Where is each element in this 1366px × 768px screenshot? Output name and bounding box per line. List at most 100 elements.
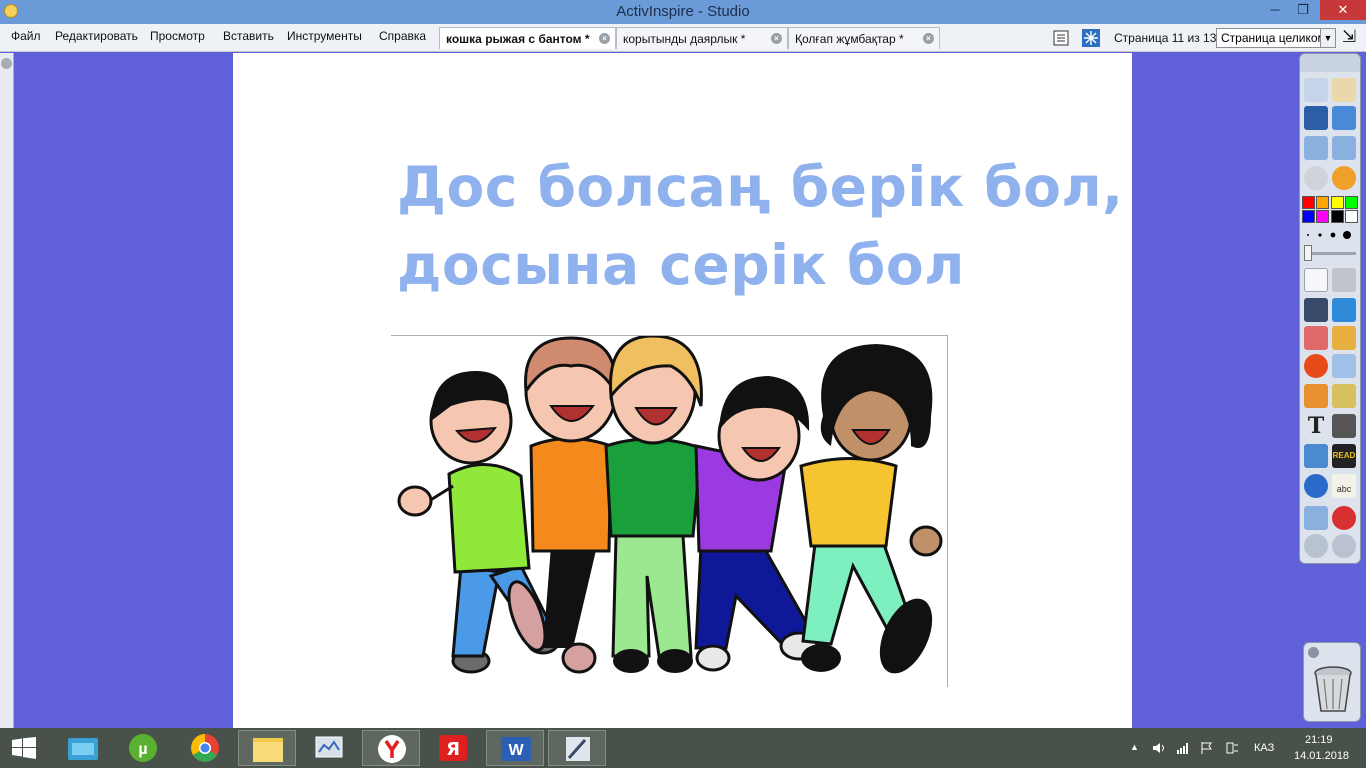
- snowflake-icon[interactable]: [1082, 29, 1100, 47]
- text-tool-icon[interactable]: T: [1304, 414, 1328, 438]
- shape-icon[interactable]: [1304, 354, 1328, 378]
- window-title: ActivInspire - Studio: [616, 3, 750, 20]
- trash-icon[interactable]: [1312, 665, 1354, 715]
- select-arrow-icon[interactable]: [1304, 268, 1328, 292]
- menu-edit[interactable]: Редактировать: [55, 29, 138, 43]
- redo-icon[interactable]: [1332, 534, 1356, 558]
- child-figure: [694, 376, 819, 672]
- resource-library-icon[interactable]: [1304, 384, 1328, 408]
- previous-page-icon[interactable]: [1304, 136, 1328, 160]
- tools-icon[interactable]: [1332, 268, 1356, 292]
- toolbox-header[interactable]: [1300, 54, 1360, 72]
- taskbar-word[interactable]: W: [486, 730, 544, 766]
- color-swatch[interactable]: [1316, 196, 1329, 209]
- close-button[interactable]: ✕: [1320, 0, 1366, 20]
- taskbar-file-manager[interactable]: [238, 730, 296, 766]
- tab-close-icon[interactable]: ×: [599, 33, 610, 44]
- color-swatch[interactable]: [1302, 196, 1315, 209]
- child-figure: [604, 334, 703, 673]
- highlighter-icon[interactable]: [1332, 298, 1356, 322]
- color-swatch[interactable]: [1345, 196, 1358, 209]
- language-indicator[interactable]: КАЗ: [1254, 742, 1274, 754]
- taskbar-activinspire[interactable]: [548, 730, 606, 766]
- tab-close-icon[interactable]: ×: [771, 33, 782, 44]
- chevron-down-icon[interactable]: ▼: [1320, 29, 1335, 47]
- profile-icon[interactable]: [1332, 78, 1356, 102]
- tab-koshka[interactable]: кошка рыжая с бантом * ×: [439, 27, 616, 49]
- pen-stroke-icon[interactable]: [1304, 106, 1328, 130]
- close-icon[interactable]: [1308, 647, 1319, 658]
- fill-icon[interactable]: [1332, 326, 1356, 350]
- taskbar-utorrent[interactable]: µ: [114, 730, 172, 766]
- tab-qolgap[interactable]: Қолғап жұмбақтар * ×: [788, 27, 940, 49]
- tray-expand-icon[interactable]: ▲: [1130, 742, 1139, 752]
- clear-icon[interactable]: [1304, 506, 1328, 530]
- clock-date[interactable]: 14.01.2018: [1294, 750, 1349, 762]
- volume-icon[interactable]: [1152, 741, 1166, 755]
- windows-start-icon[interactable]: [12, 737, 36, 759]
- yandex-browser-icon: [378, 735, 406, 763]
- expand-icon[interactable]: ⇲: [1342, 27, 1356, 47]
- flipchart-page[interactable]: Дос болсаң берік бол, досына серік бол: [233, 53, 1132, 728]
- page-browser-icon[interactable]: [1052, 29, 1070, 47]
- pin-icon[interactable]: [1, 58, 12, 69]
- yandex-icon: Я: [439, 735, 467, 761]
- child-figure: [799, 344, 943, 674]
- maximize-button[interactable]: ❐: [1290, 0, 1316, 20]
- color-swatch[interactable]: [1331, 196, 1344, 209]
- monitor-icon: [315, 736, 343, 758]
- color-swatch[interactable]: [1302, 210, 1315, 223]
- network-icon[interactable]: [1176, 741, 1190, 755]
- clock-time[interactable]: 21:19: [1305, 734, 1333, 746]
- page-counter: Страница 11 из 13: [1114, 31, 1217, 45]
- left-panel[interactable]: [0, 53, 14, 728]
- minimize-button[interactable]: ─: [1262, 0, 1288, 20]
- color-swatch[interactable]: [1331, 210, 1344, 223]
- desktop-annotate-icon[interactable]: [1332, 106, 1356, 130]
- children-illustration[interactable]: [391, 334, 948, 687]
- globe-icon[interactable]: [1304, 474, 1328, 498]
- svg-text:µ: µ: [138, 741, 147, 758]
- page-heading[interactable]: Дос болсаң берік бол, досына серік бол: [397, 148, 1124, 304]
- reset-page-icon[interactable]: [1332, 506, 1356, 530]
- taskbar-explorer[interactable]: [54, 730, 112, 766]
- folder-icon: [68, 738, 98, 760]
- taskbar-chrome[interactable]: [176, 730, 234, 766]
- taskbar: µ Я W ▲ КАЗ 21:19 14.01.2018: [0, 728, 1366, 768]
- color-swatch[interactable]: [1316, 210, 1329, 223]
- eraser-icon[interactable]: [1304, 326, 1328, 350]
- menu-tools[interactable]: Инструменты: [287, 29, 362, 43]
- menu-help[interactable]: Справка: [379, 29, 426, 43]
- spotlight-icon[interactable]: [1332, 384, 1356, 408]
- menu-insert[interactable]: Вставить: [223, 29, 274, 43]
- tab-korytyndy[interactable]: корытынды даярлык * ×: [616, 27, 788, 49]
- menu-file[interactable]: Файл: [11, 29, 41, 43]
- svg-text:Я: Я: [446, 739, 460, 760]
- undo-icon[interactable]: [1304, 534, 1328, 558]
- tab-label: кошка рыжая с бантом *: [446, 32, 590, 46]
- camera-icon[interactable]: [1332, 414, 1356, 438]
- next-page-icon[interactable]: [1332, 136, 1356, 160]
- read-icon[interactable]: READ: [1332, 444, 1356, 468]
- connector-icon[interactable]: [1332, 354, 1356, 378]
- flag-icon[interactable]: [1200, 741, 1214, 755]
- trash-panel: [1303, 642, 1361, 722]
- zoom-value: Страница целиком: [1221, 31, 1326, 45]
- taskbar-yandex-browser[interactable]: [362, 730, 420, 766]
- title-bar: ActivInspire - Studio ─ ❐ ✕: [0, 0, 1366, 24]
- zoom-select[interactable]: Страница целиком ▼: [1216, 28, 1336, 48]
- handwriting-icon[interactable]: [1304, 444, 1328, 468]
- spellcheck-icon[interactable]: abc: [1332, 474, 1356, 498]
- tab-close-icon[interactable]: ×: [923, 33, 934, 44]
- power-icon[interactable]: [1224, 740, 1240, 756]
- color-swatch[interactable]: [1345, 210, 1358, 223]
- taskbar-monitor[interactable]: [300, 730, 358, 766]
- pen-width-selector[interactable]: [1302, 228, 1360, 242]
- play-icon[interactable]: [1304, 166, 1328, 190]
- browser-icon[interactable]: [1332, 166, 1356, 190]
- main-menu-icon[interactable]: [1304, 78, 1328, 102]
- pen-icon[interactable]: [1304, 298, 1328, 322]
- slider-handle[interactable]: [1304, 245, 1312, 261]
- menu-view[interactable]: Просмотр: [150, 29, 205, 43]
- taskbar-yandex[interactable]: Я: [424, 730, 482, 766]
